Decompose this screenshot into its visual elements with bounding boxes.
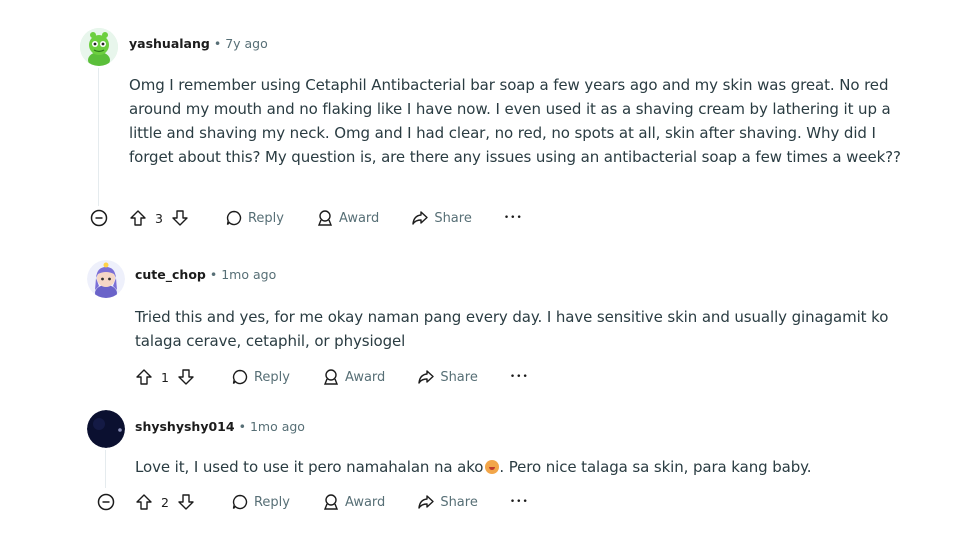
author-name[interactable]: shyshyshy014	[135, 419, 235, 434]
meta-separator: •	[209, 267, 218, 282]
avatar[interactable]	[87, 260, 125, 298]
more-options-button[interactable]: •••	[504, 213, 523, 223]
comment-age[interactable]: 1mo ago	[221, 267, 276, 282]
flushed-face-emoji-icon	[485, 460, 500, 474]
reply-label: Reply	[253, 369, 290, 385]
share-label: Share	[440, 369, 478, 385]
reply-icon	[232, 369, 248, 385]
comment-body: Love it, I used to use it pero namahalan…	[135, 455, 905, 479]
reply-label: Reply	[253, 494, 290, 510]
award-button[interactable]: Award	[322, 493, 385, 511]
more-icon: •••	[509, 372, 529, 382]
thread-line-nested[interactable]	[105, 450, 106, 488]
award-icon	[323, 369, 339, 385]
comment-body: Tried this and yes, for me okay naman pa…	[135, 308, 889, 350]
vote-count: 3	[155, 210, 163, 226]
comment-meta: cute_chop • 1mo ago	[135, 267, 276, 282]
author-name[interactable]: yashualang	[129, 36, 210, 51]
vote-group: 3	[129, 209, 189, 227]
share-button[interactable]: Share	[417, 368, 478, 386]
share-label: Share	[434, 210, 472, 226]
reply-icon	[226, 210, 242, 226]
more-options-button[interactable]: •••	[510, 372, 529, 382]
share-label: Share	[440, 494, 478, 510]
reply-button[interactable]: Reply	[231, 368, 290, 386]
vote-count: 2	[161, 494, 169, 510]
downvote-icon[interactable]	[171, 209, 189, 227]
collapse-button[interactable]	[97, 493, 115, 515]
reply-label: Reply	[247, 210, 284, 226]
award-label: Award	[344, 369, 386, 385]
thread-line-main[interactable]	[98, 68, 99, 206]
vote-group: 2	[135, 493, 195, 511]
author-name[interactable]: cute_chop	[135, 267, 206, 282]
upvote-icon[interactable]	[135, 368, 153, 386]
comment-actions: 1 Reply Award Share •••	[135, 365, 561, 389]
award-icon	[317, 210, 333, 226]
collapse-icon	[97, 493, 115, 511]
upvote-icon[interactable]	[135, 493, 153, 511]
comment-body: Omg I remember using Cetaphil Antibacter…	[129, 76, 901, 166]
avatar[interactable]	[80, 28, 118, 66]
share-button[interactable]: Share	[411, 209, 472, 227]
avatar[interactable]	[87, 410, 125, 448]
comment-actions: 2 Reply Award Share •••	[135, 490, 561, 514]
award-label: Award	[338, 210, 380, 226]
share-button[interactable]: Share	[417, 493, 478, 511]
reply-icon	[232, 494, 248, 510]
comment-age[interactable]: 1mo ago	[250, 419, 305, 434]
award-button[interactable]: Award	[316, 209, 379, 227]
vote-count: 1	[161, 369, 169, 385]
collapse-button[interactable]	[90, 209, 108, 231]
award-button[interactable]: Award	[322, 368, 385, 386]
comment-actions: 3 Reply Award Share •••	[129, 206, 555, 230]
meta-separator: •	[213, 36, 222, 51]
more-options-button[interactable]: •••	[510, 497, 529, 507]
meta-separator: •	[238, 419, 246, 434]
reply-button[interactable]: Reply	[231, 493, 290, 511]
vote-group: 1	[135, 368, 195, 386]
award-icon	[323, 494, 339, 510]
comment-meta: shyshyshy014 • 1mo ago	[135, 419, 305, 434]
reply-button[interactable]: Reply	[225, 209, 284, 227]
comment-age[interactable]: 7y ago	[225, 36, 268, 51]
downvote-icon[interactable]	[177, 368, 195, 386]
upvote-icon[interactable]	[129, 209, 147, 227]
more-icon: •••	[503, 213, 523, 223]
comment-body-start: Love it, I used to use it pero namahalan…	[135, 458, 484, 476]
award-label: Award	[344, 494, 386, 510]
comment-meta: yashualang • 7y ago	[129, 36, 268, 51]
collapse-icon	[90, 209, 108, 227]
share-icon	[412, 211, 429, 225]
comment-body-end: . Pero nice talaga sa skin, para kang ba…	[499, 458, 812, 476]
more-icon: •••	[509, 497, 529, 507]
share-icon	[418, 370, 435, 384]
share-icon	[418, 495, 435, 509]
downvote-icon[interactable]	[177, 493, 195, 511]
